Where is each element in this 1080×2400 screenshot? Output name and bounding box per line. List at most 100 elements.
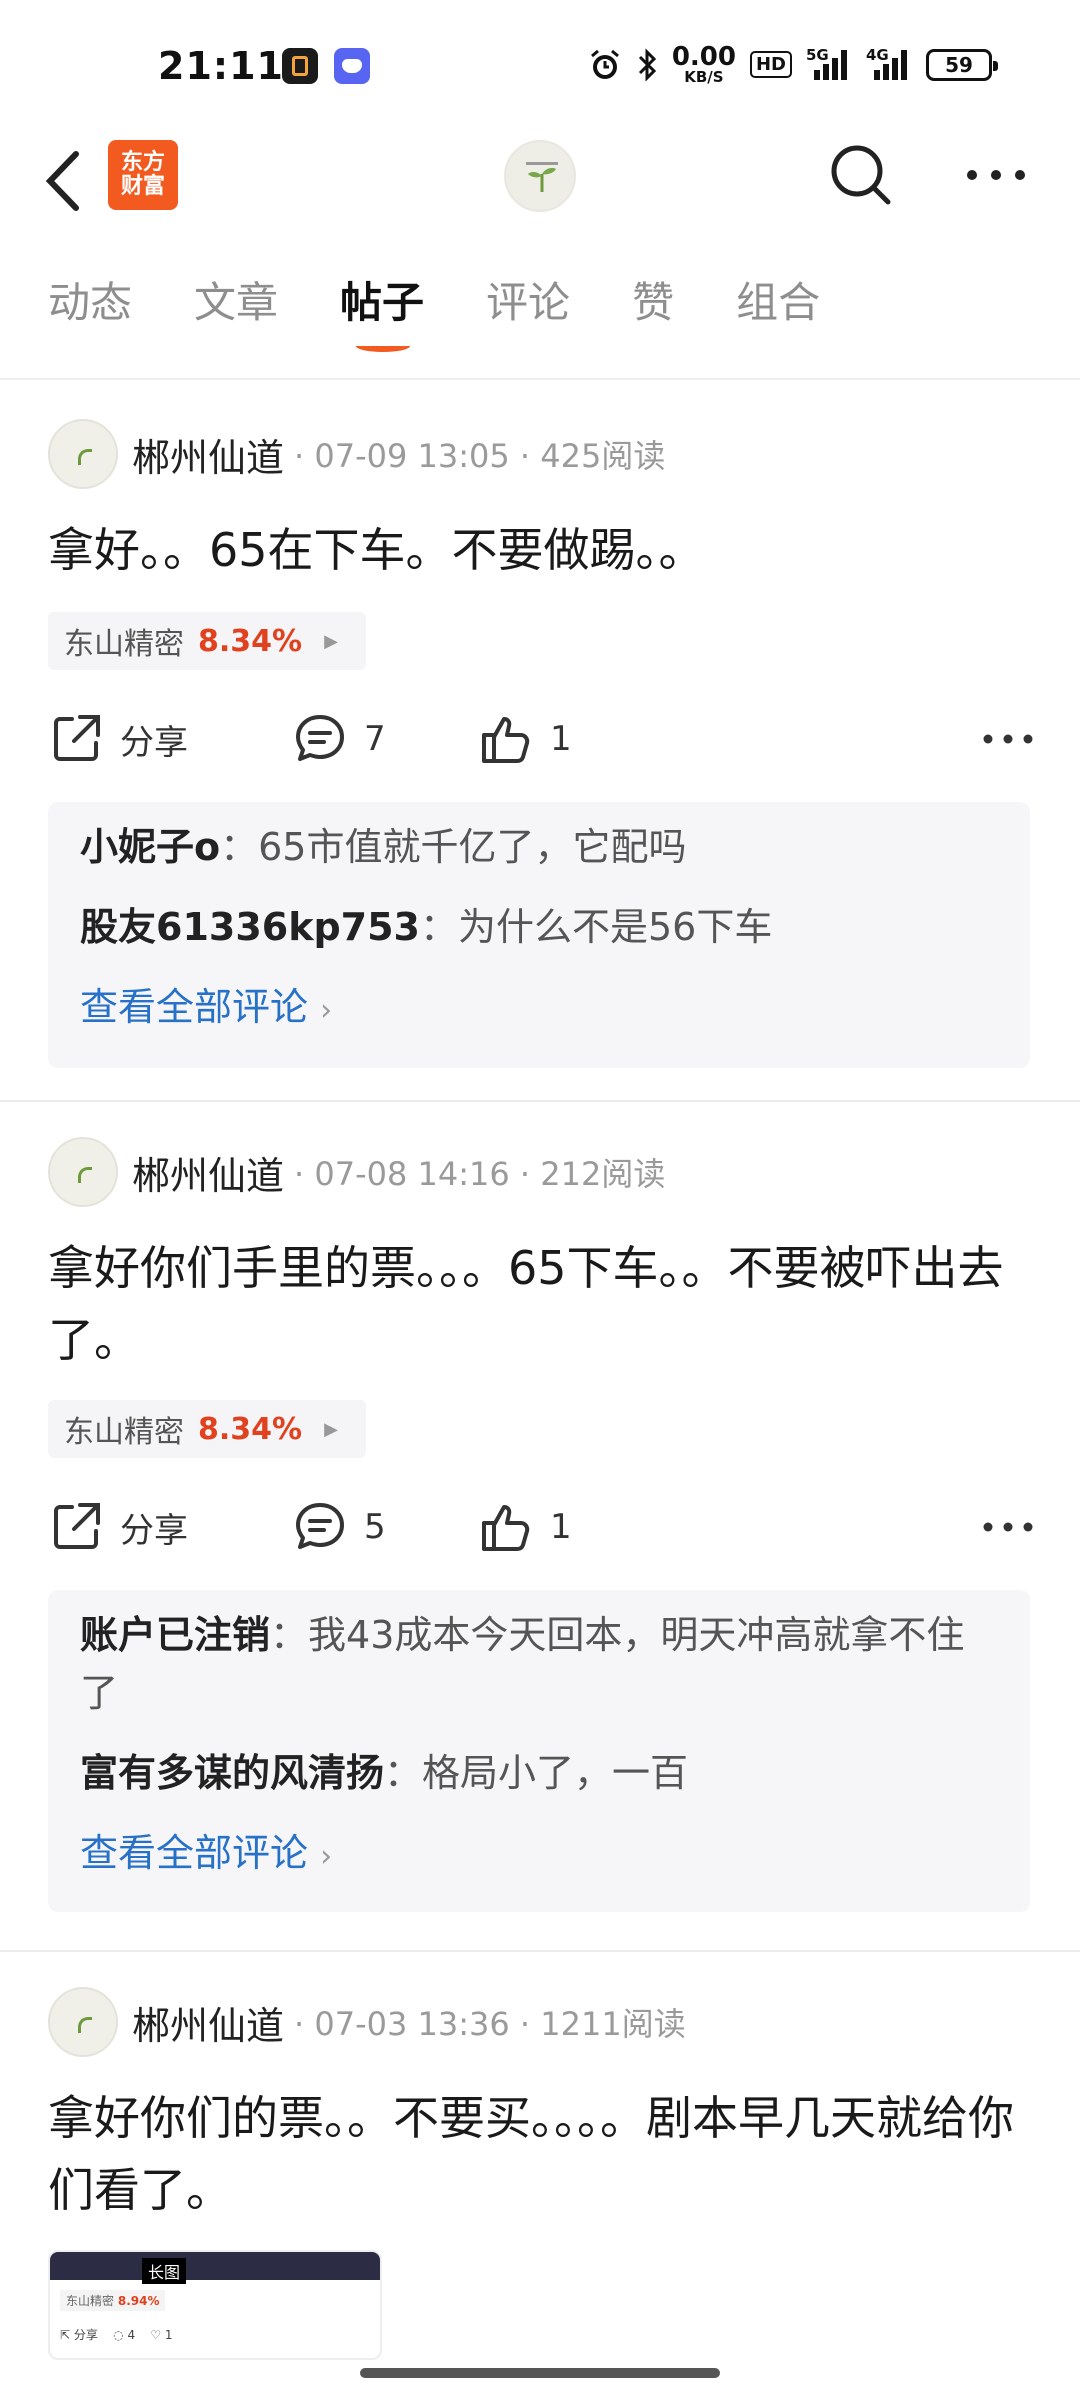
post-actions: 分享 7 1	[48, 704, 1038, 774]
like-count: 1	[550, 1507, 572, 1547]
network-speed: 0.00 KB/S	[671, 42, 736, 86]
comment-icon	[296, 715, 344, 761]
post-actions: 分享 5 1	[48, 1492, 1038, 1562]
like-count: 1	[550, 719, 572, 759]
post-more-button[interactable]	[978, 704, 1038, 774]
long-image-thumbnail[interactable]: 长图 东山精密 8.94% ⇱ 分享 ◌ 4 ♡ 1	[48, 2250, 382, 2360]
post-card[interactable]: 郴州仙道 · 07-03 13:36 · 1211阅读 拿好你们的票。。不要买。…	[0, 1986, 1080, 2366]
play-arrow-icon: ▶	[324, 630, 338, 652]
profile-tabs: 动态 文章 帖子 评论 赞 组合	[0, 268, 1080, 380]
comment-icon	[296, 1503, 344, 1549]
back-arrow-icon	[45, 151, 79, 211]
post-text[interactable]: 拿好你们手里的票。。。65下车。。不要被吓出去了。	[48, 1232, 1038, 1376]
stock-tag[interactable]: 东山精密 8.34% ▶	[48, 1400, 366, 1458]
comment-text: ：65市值就千亿了，它配吗	[220, 825, 687, 869]
tab-articles[interactable]: 文章	[194, 268, 278, 338]
alarm-icon	[590, 49, 619, 79]
status-time: 21:11	[158, 44, 284, 88]
eastmoney-logo[interactable]: 东方 财富	[108, 140, 178, 210]
chevron-right-icon: ›	[320, 1839, 333, 1874]
share-label: 分享	[120, 722, 188, 763]
post-author-row: 郴州仙道 · 07-03 13:36 · 1211阅读	[48, 1986, 686, 2058]
author-avatar[interactable]	[48, 1137, 118, 1207]
comment-item[interactable]: 股友61336kp753：为什么不是56下车	[80, 898, 998, 956]
more-options-button[interactable]	[964, 150, 1028, 200]
post-more-button[interactable]	[978, 1492, 1038, 1562]
header: 东方 财富	[0, 130, 1080, 250]
chevron-right-icon: ›	[320, 993, 333, 1028]
commenter-name[interactable]: 股友61336kp753	[80, 905, 420, 949]
share-icon	[54, 1503, 100, 1549]
stock-name: 东山精密	[64, 1415, 184, 1450]
author-name[interactable]: 郴州仙道	[132, 1145, 284, 1200]
post-meta: · 07-08 14:16 · 212阅读	[294, 1155, 666, 1193]
commenter-name[interactable]: 富有多谋的风清扬	[80, 1751, 384, 1795]
comment-button[interactable]: 7	[292, 704, 386, 774]
post-meta: · 07-03 13:36 · 1211阅读	[294, 2005, 686, 2043]
more-dots-icon	[983, 1522, 1033, 1532]
post-divider	[0, 1100, 1080, 1102]
like-button[interactable]: 1	[478, 1492, 572, 1562]
comment-item[interactable]: 小妮子o：65市值就千亿了，它配吗	[80, 818, 998, 876]
tab-likes[interactable]: 赞	[632, 268, 674, 338]
discord-app-icon	[334, 48, 370, 84]
tab-comments[interactable]: 评论	[486, 268, 570, 338]
search-button[interactable]	[826, 140, 896, 210]
post-card[interactable]: 郴州仙道 · 07-09 13:05 · 425阅读 拿好。。65在下车。不要做…	[0, 418, 1080, 1098]
comment-count: 7	[364, 719, 386, 759]
status-indicators: 0.00 KB/S HD 5G 4G 59	[588, 42, 998, 86]
post-author-row: 郴州仙道 · 07-08 14:16 · 212阅读	[48, 1136, 665, 1208]
view-all-comments-link[interactable]: 查看全部评论 ›	[80, 1824, 998, 1886]
stock-change: 8.34%	[198, 623, 303, 659]
tab-portfolios[interactable]: 组合	[736, 268, 820, 338]
post-meta: · 07-09 13:05 · 425阅读	[294, 437, 666, 475]
share-label: 分享	[120, 1510, 188, 1551]
notification-app-icon	[282, 48, 318, 84]
play-arrow-icon: ▶	[324, 1418, 338, 1440]
comment-button[interactable]: 5	[292, 1492, 386, 1562]
post-text[interactable]: 拿好你们的票。。不要买。。。。剧本早几天就给你们看了。	[48, 2082, 1038, 2226]
author-name[interactable]: 郴州仙道	[132, 1995, 284, 2050]
hd-badge: HD	[749, 51, 792, 78]
back-button[interactable]	[40, 146, 90, 216]
comments-preview: 小妮子o：65市值就千亿了，它配吗 股友61336kp753：为什么不是56下车…	[48, 802, 1030, 1068]
comment-count: 5	[364, 1507, 386, 1547]
author-avatar[interactable]	[48, 419, 118, 489]
status-bar: 21:11 0.00 KB/S HD 5G 4G 59	[0, 0, 1080, 130]
author-avatar[interactable]	[48, 1987, 118, 2057]
comment-text: ：为什么不是56下车	[420, 905, 773, 949]
sprout-icon	[526, 162, 558, 192]
search-icon	[831, 145, 891, 205]
comment-item[interactable]: 富有多谋的风清扬：格局小了，一百	[80, 1744, 998, 1802]
author-name[interactable]: 郴州仙道	[132, 427, 284, 482]
user-avatar[interactable]	[504, 140, 576, 212]
comment-item[interactable]: 账户已注销：我43成本今天回本，明天冲高就拿不住了	[80, 1606, 998, 1722]
battery-icon: 59	[926, 48, 998, 81]
more-dots-icon	[983, 734, 1033, 744]
share-button[interactable]: 分享	[48, 704, 188, 774]
comment-text: ：格局小了，一百	[384, 1751, 689, 1795]
tab-posts[interactable]: 帖子	[340, 268, 424, 352]
post-divider	[0, 1950, 1080, 1952]
signal-4g-icon: 4G	[866, 46, 912, 80]
stock-tag[interactable]: 东山精密 8.34% ▶	[48, 612, 366, 670]
commenter-name[interactable]: 小妮子o	[80, 825, 220, 869]
view-all-comments-link[interactable]: 查看全部评论 ›	[80, 978, 998, 1040]
post-card[interactable]: 郴州仙道 · 07-08 14:16 · 212阅读 拿好你们手里的票。。。65…	[0, 1136, 1080, 1916]
commenter-name[interactable]: 账户已注销	[80, 1613, 270, 1657]
post-text[interactable]: 拿好。。65在下车。不要做踢。。	[48, 514, 1038, 586]
thumbs-up-icon	[482, 1505, 530, 1551]
gesture-home-bar[interactable]	[360, 2368, 720, 2378]
thumb-actions: ⇱ 分享 ◌ 4 ♡ 1	[60, 2328, 173, 2342]
active-tab-indicator	[356, 340, 411, 352]
long-image-badge: 长图	[142, 2258, 187, 2284]
more-dots-icon	[967, 170, 1025, 180]
like-button[interactable]: 1	[478, 704, 572, 774]
share-icon	[54, 715, 100, 761]
thumb-stock-tag: 东山精密 8.94%	[60, 2290, 166, 2311]
comments-preview: 账户已注销：我43成本今天回本，明天冲高就拿不住了 富有多谋的风清扬：格局小了，…	[48, 1590, 1030, 1912]
bluetooth-icon	[638, 47, 656, 82]
tab-dynamics[interactable]: 动态	[48, 268, 132, 338]
share-button[interactable]: 分享	[48, 1492, 188, 1562]
thumbs-up-icon	[482, 717, 530, 763]
